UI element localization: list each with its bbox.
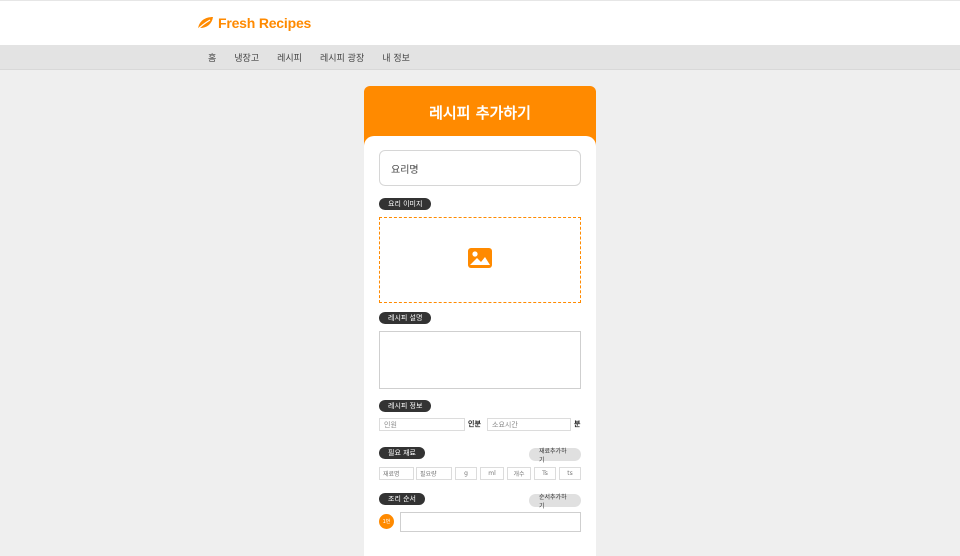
unit-option-count[interactable]: 개수 xyxy=(507,467,531,480)
recipe-form: 요리명 요리 이미지 레시피 설명 레시피 정보 인원 인분 소요시간 분 필요… xyxy=(364,136,596,556)
nav-menu: 홈 냉장고 레시피 레시피 광장 내 정보 xyxy=(208,45,410,69)
servings-input[interactable]: 인원 xyxy=(379,418,465,431)
recipe-info-row: 인원 인분 소요시간 분 xyxy=(379,418,581,432)
steps-section-label: 조리 순서 xyxy=(379,493,425,505)
ingredient-name-input[interactable]: 재료명 xyxy=(379,467,414,480)
step-number-badge: 1번 xyxy=(379,514,394,529)
ingredient-row: 재료명 필요량 g ml 개수 Ts ts xyxy=(379,467,581,480)
nav-bar: 홈 냉장고 레시피 레시피 광장 내 정보 xyxy=(0,45,960,70)
info-section-label: 레시피 정보 xyxy=(379,400,432,412)
page-title: 레시피 추가하기 xyxy=(429,103,531,122)
nav-item-my-info[interactable]: 내 정보 xyxy=(382,51,410,64)
leaf-icon xyxy=(196,15,214,31)
brand-logo[interactable]: Fresh Recipes xyxy=(196,13,311,33)
description-section-label: 레시피 설명 xyxy=(379,312,432,324)
add-step-button[interactable]: 순서추가하기 xyxy=(529,494,581,510)
add-ingredient-button[interactable]: 재료추가하기 xyxy=(529,448,581,464)
description-textarea[interactable] xyxy=(379,331,581,389)
nav-item-recipe-square[interactable]: 레시피 광장 xyxy=(320,51,364,64)
step-input[interactable] xyxy=(400,512,581,532)
add-recipe-card: 레시피 추가하기 요리명 요리 이미지 레시피 설명 레시피 정보 인원 인분 … xyxy=(364,86,596,556)
ingredient-amount-input[interactable]: 필요량 xyxy=(416,467,452,480)
unit-option-ml[interactable]: ml xyxy=(480,467,504,480)
image-icon xyxy=(467,247,493,273)
ingredients-section-label: 필요 재료 xyxy=(379,447,425,459)
nav-item-fridge[interactable]: 냉장고 xyxy=(234,51,259,64)
top-header: Fresh Recipes xyxy=(0,0,960,45)
unit-option-tablespoon[interactable]: Ts xyxy=(534,467,556,480)
cook-time-unit: 분 xyxy=(574,420,581,428)
cook-time-input[interactable]: 소요시간 xyxy=(487,418,571,431)
unit-option-g[interactable]: g xyxy=(455,467,477,480)
image-section-label: 요리 이미지 xyxy=(379,198,432,210)
nav-item-recipes[interactable]: 레시피 xyxy=(277,51,302,64)
nav-item-home[interactable]: 홈 xyxy=(208,51,216,64)
servings-unit: 인분 xyxy=(468,420,481,428)
brand-name: Fresh Recipes xyxy=(218,15,312,31)
dish-name-input[interactable]: 요리명 xyxy=(379,150,581,186)
image-upload-area[interactable] xyxy=(379,217,581,303)
unit-option-teaspoon[interactable]: ts xyxy=(559,467,581,480)
